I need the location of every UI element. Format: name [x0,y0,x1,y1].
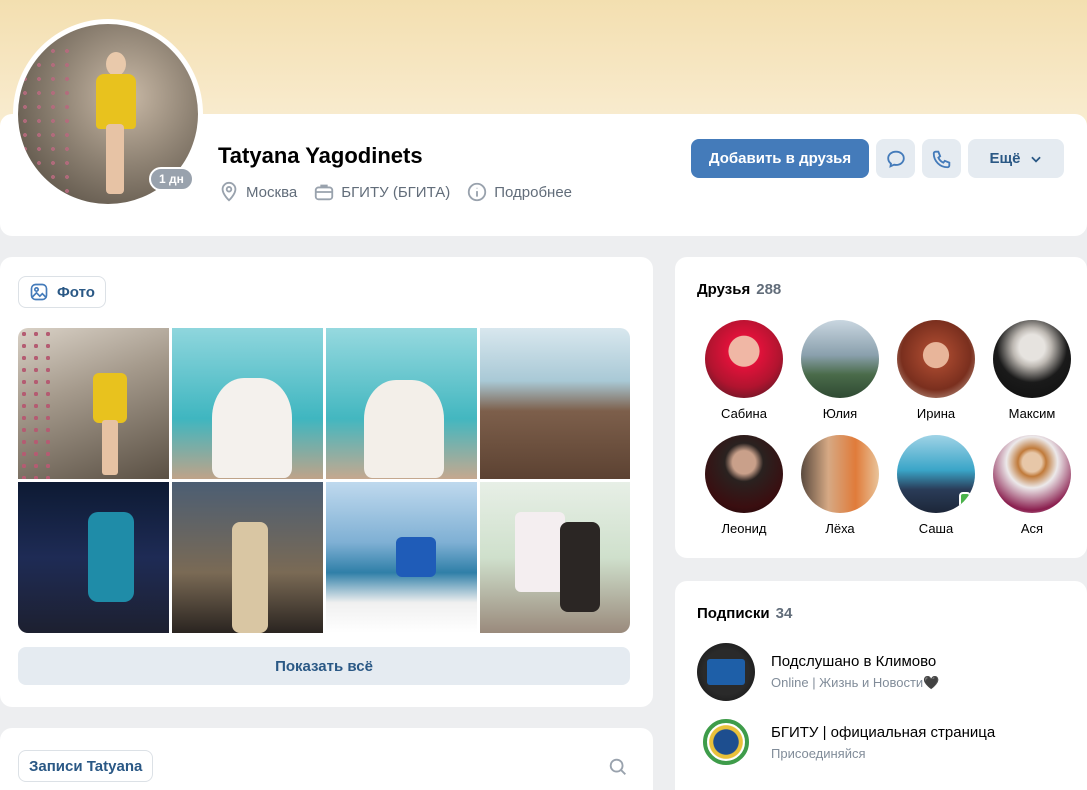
friend-item[interactable]: Саша [888,435,984,536]
photo-thumbnail[interactable] [326,328,477,479]
friend-item[interactable]: Максим [984,320,1080,421]
online-mobile-icon [959,492,971,509]
tab-posts-label: Записи Tatyana [29,757,143,775]
friend-item[interactable]: Юлия [792,320,888,421]
subscriptions-count: 34 [775,605,793,622]
photos-section: Фото Показать всё [0,257,653,707]
photo-thumbnail[interactable] [326,482,477,633]
last-seen-badge: 1 дн [149,167,194,191]
friend-name: Ирина [916,406,956,421]
more-button[interactable]: Ещё [968,139,1064,178]
subscriptions-title: Подписки [697,605,770,622]
avatar [993,435,1071,513]
friend-item[interactable]: Леонид [696,435,792,536]
photo-thumbnail[interactable] [480,482,630,633]
subscriptions-header[interactable]: Подписки 34 [697,605,792,622]
friend-name: Лёха [825,521,855,536]
friend-item[interactable]: Сабина [696,320,792,421]
briefcase-icon [315,184,334,201]
location-icon [221,181,237,202]
avatar [697,643,755,701]
friends-count: 288 [756,281,782,298]
subscription-item[interactable]: Подслушано в Климово Online | Жизнь и Но… [697,643,939,701]
add-friend-button[interactable]: Добавить в друзья [691,139,869,178]
message-button[interactable] [876,139,915,178]
friend-name: Саша [918,521,954,536]
friend-name: Сабина [721,406,767,421]
photo-thumbnail[interactable] [480,328,630,479]
friend-name: Леонид [721,521,767,536]
tab-posts[interactable]: Записи Tatyana [18,750,154,782]
photo-thumbnail[interactable] [18,328,169,479]
friend-item[interactable]: Ася [984,435,1080,536]
photo-thumbnail[interactable] [18,482,169,633]
friends-header[interactable]: Друзья 288 [697,281,781,298]
subscriptions-section: Подписки 34 Подслушано в Климово Online … [675,581,1087,790]
avatar [705,320,783,398]
details-link[interactable]: Подробнее [466,181,572,203]
avatar [897,435,975,513]
avatar [897,320,975,398]
subscription-title: Подслушано в Климово [771,653,937,670]
phone-icon [932,150,950,168]
avatar [801,435,879,513]
city-item[interactable]: Москва [218,181,297,203]
friend-name: Максим [1008,406,1056,421]
subscription-desc: Присоединяйся [771,745,866,761]
friends-section: Друзья 288 Сабина Юлия Ирина Максим Леон… [675,257,1087,558]
subscription-title: БГИТУ | официальная страница [771,723,996,741]
friend-item[interactable]: Ирина [888,320,984,421]
subscription-item[interactable]: БГИТУ | официальная страница Присоединяй… [697,713,995,771]
info-icon [468,182,487,202]
chevron-down-icon [1030,156,1041,163]
call-button[interactable] [922,139,961,178]
profile-name: Tatyana Yagodinets [218,143,423,168]
image-icon [30,283,48,301]
show-all-photos-button[interactable]: Показать всё [18,647,630,685]
friend-item[interactable]: Лёха [792,435,888,536]
photo-thumbnail[interactable] [172,328,323,479]
photo-thumbnail[interactable] [172,482,323,633]
avatar [705,435,783,513]
city-label: Москва [246,183,298,201]
more-label: Ещё [989,150,1021,167]
message-icon [886,150,905,168]
posts-section: Записи Tatyana [0,728,653,790]
tab-photos-label: Фото [57,283,95,301]
friends-title: Друзья [697,281,751,298]
university-label: БГИТУ (БГИТА) [341,183,451,201]
subscription-desc: Online | Жизнь и Новости🖤 [771,675,940,690]
photo-grid [18,328,630,633]
avatar [801,320,879,398]
friend-name: Ася [1020,521,1044,536]
search-icon[interactable] [607,756,629,778]
tab-photos[interactable]: Фото [18,276,106,308]
friend-name: Юлия [822,406,858,421]
details-label: Подробнее [494,183,573,201]
profile-meta: Москва БГИТУ (БГИТА) Подробнее [218,181,572,203]
avatar [993,320,1071,398]
university-item[interactable]: БГИТУ (БГИТА) [313,181,450,203]
friends-grid: Сабина Юлия Ирина Максим Леонид Лёха Саш… [696,320,1071,536]
avatar [697,713,755,771]
